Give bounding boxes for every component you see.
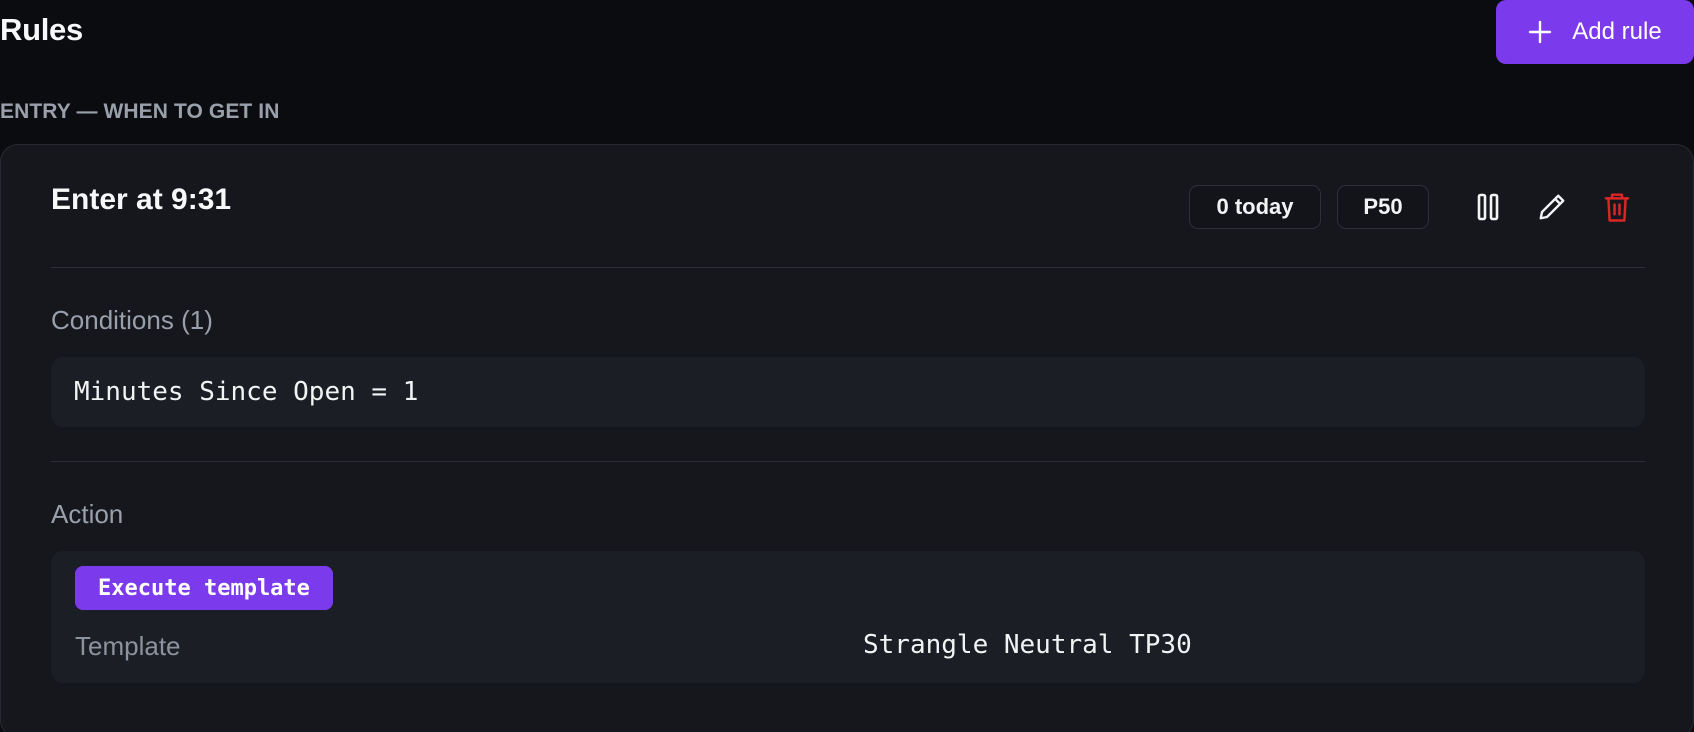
- section-label: ENTRY — WHEN TO GET IN: [0, 100, 280, 123]
- condition-item: Minutes Since Open = 1: [51, 357, 1645, 427]
- rule-title: Enter at 9:31: [51, 183, 232, 216]
- add-rule-button[interactable]: Add rule: [1496, 0, 1694, 64]
- delete-button[interactable]: [1595, 185, 1639, 229]
- condition-text: Minutes Since Open = 1: [74, 377, 419, 407]
- plus-icon: [1529, 20, 1552, 44]
- action-details: Execute template Template Strangle Neutr…: [51, 551, 1645, 683]
- pencil-icon: [1539, 194, 1565, 220]
- rule-card: Enter at 9:31 0 today P50 Conditions (1)…: [0, 144, 1694, 732]
- conditions-heading: Conditions (1): [51, 305, 213, 335]
- edit-button[interactable]: [1530, 185, 1574, 229]
- trigger-count-badge: 0 today: [1189, 185, 1321, 229]
- add-rule-label: Add rule: [1572, 18, 1662, 45]
- pause-icon: [1477, 193, 1499, 221]
- action-type-badge: Execute template: [75, 566, 333, 610]
- page-title: Rules: [0, 12, 83, 47]
- template-value: Strangle Neutral TP30: [863, 630, 1192, 660]
- priority-badge: P50: [1337, 185, 1429, 229]
- rules-page: Rules Add rule ENTRY — WHEN TO GET IN En…: [0, 0, 1694, 732]
- trash-icon: [1604, 193, 1630, 222]
- pause-button[interactable]: [1466, 185, 1510, 229]
- action-heading: Action: [51, 499, 124, 529]
- template-label: Template: [75, 631, 181, 661]
- divider: [51, 267, 1645, 268]
- divider: [51, 461, 1645, 462]
